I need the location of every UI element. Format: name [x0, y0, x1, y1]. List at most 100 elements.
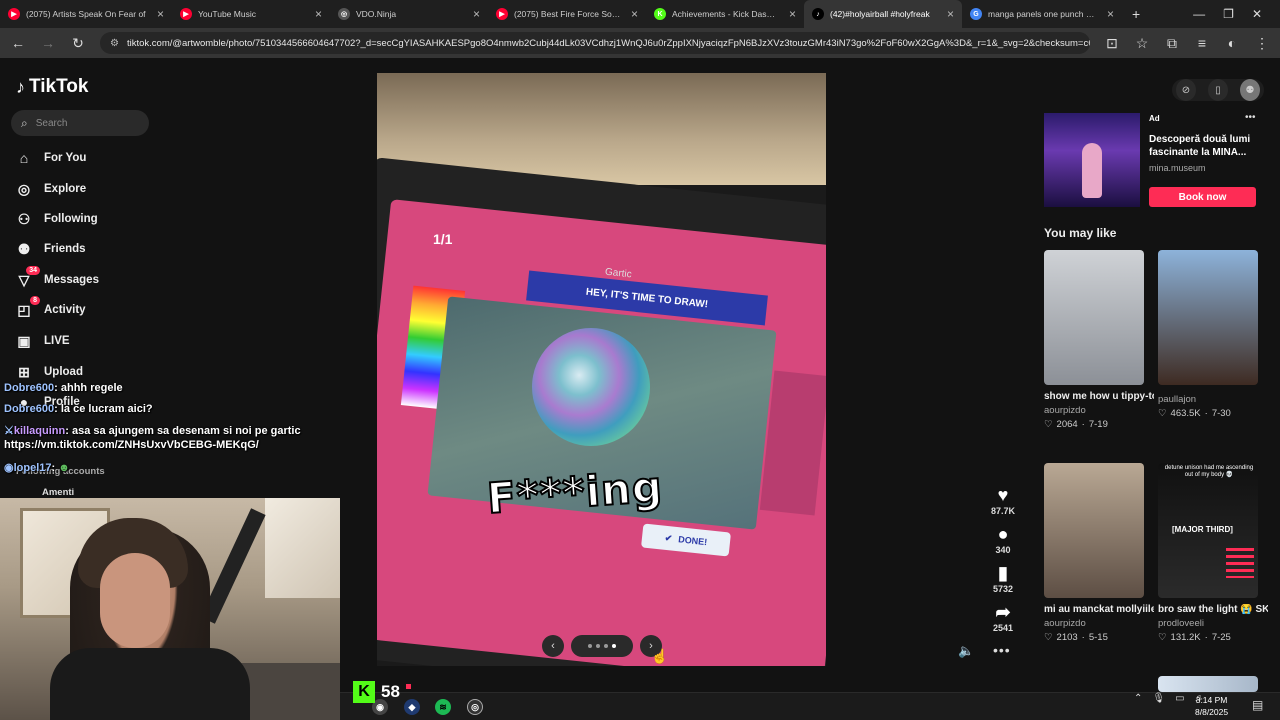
card-user[interactable]: prodloveeli: [1158, 618, 1268, 629]
card-thumbnail[interactable]: [1158, 250, 1258, 385]
action-count: 87.7K: [990, 506, 1016, 516]
sidebar-item-label: Friends: [44, 243, 86, 255]
restore-icon[interactable]: ❐: [1223, 7, 1234, 21]
new-tab-button[interactable]: +: [1122, 6, 1150, 22]
close-tab-icon[interactable]: ×: [157, 7, 164, 21]
slide-dot[interactable]: [604, 644, 608, 648]
sidebar-item-activity[interactable]: ◰ 8 Activity: [16, 296, 86, 318]
sidebar-item-upload[interactable]: ⊞ Upload: [16, 364, 83, 380]
card-user[interactable]: aourpizdo: [1044, 618, 1154, 629]
recommendation-card[interactable]: paullajon ♡ 463.5K · 7-30: [1158, 250, 1258, 419]
comment-icon: ●: [997, 524, 1009, 544]
site-info-icon[interactable]: ⚙: [110, 38, 119, 49]
obs-icon[interactable]: ◎: [467, 699, 483, 715]
heart-action[interactable]: ♥ 87.7K: [990, 486, 1016, 516]
slide-dot[interactable]: [588, 644, 592, 648]
card-meta: ♡ 131.2K · 7-25: [1158, 632, 1231, 643]
browser-tab[interactable]: G manga panels one punch man ×: [962, 0, 1122, 28]
recommendation-card[interactable]: show me how u tippy-toe 💅 (adica... aour…: [1044, 250, 1154, 430]
close-tab-icon[interactable]: ×: [473, 7, 480, 21]
you-may-like-heading: You may like: [1044, 226, 1117, 240]
live-dot-icon: [405, 683, 411, 689]
close-tab-icon[interactable]: ×: [1107, 7, 1114, 21]
avatar[interactable]: ⚉: [1240, 79, 1260, 101]
slide-dot[interactable]: [596, 644, 600, 648]
spotify-icon[interactable]: ≋: [435, 699, 451, 715]
page-counter: 1/1: [433, 231, 453, 247]
coin-icon[interactable]: ⊘: [1176, 79, 1196, 101]
forward-icon[interactable]: →: [40, 35, 56, 51]
ad-label: Ad: [1149, 114, 1160, 123]
profile-avatar-icon[interactable]: ◐: [1224, 35, 1240, 51]
following-account-item[interactable]: Amenti: [42, 487, 74, 498]
bookmark-action[interactable]: ▮ 5732: [990, 564, 1016, 594]
card-likes: 463.5K: [1170, 408, 1201, 419]
ad-more-icon[interactable]: •••: [1245, 112, 1256, 123]
search-input[interactable]: ⌕ Search: [11, 110, 149, 136]
bookmark-star-icon[interactable]: ☆: [1134, 35, 1150, 52]
close-tab-icon[interactable]: ×: [947, 7, 954, 21]
tab-favicon-icon: ▶: [180, 8, 192, 20]
card-user[interactable]: paullajon: [1158, 394, 1258, 405]
sidebar-item-live[interactable]: ▣ LIVE: [16, 333, 69, 349]
close-window-icon[interactable]: ✕: [1252, 7, 1262, 21]
ad-domain: mina.museum: [1149, 163, 1206, 173]
card-date: 5-15: [1088, 632, 1108, 643]
ad-thumbnail[interactable]: [1044, 113, 1140, 207]
extensions-icon[interactable]: ⧉: [1164, 35, 1180, 52]
close-tab-icon[interactable]: ×: [631, 7, 638, 21]
install-app-icon[interactable]: ⊡: [1104, 35, 1120, 52]
card-thumbnail[interactable]: [1044, 463, 1144, 598]
ad-title[interactable]: Descoperă două lumi fascinante la MINA..…: [1149, 133, 1259, 159]
following-icon: ⚇: [17, 210, 31, 227]
url-field[interactable]: ⚙ tiktok.com/@artwomble/photo/7510344566…: [100, 32, 1090, 54]
browser-tab[interactable]: ▶ YouTube Music ×: [172, 0, 330, 28]
close-tab-icon[interactable]: ×: [789, 7, 796, 21]
card-thumbnail[interactable]: [1044, 250, 1144, 385]
card-likes: 2064: [1056, 419, 1078, 430]
comment-action[interactable]: ● 340: [990, 525, 1016, 555]
tab-favicon-icon: ▶: [496, 8, 508, 20]
sidebar-item-explore[interactable]: ◎ Explore: [16, 181, 86, 197]
browser-tab[interactable]: ▶ (2075) Artists Speak On Fear of ×: [0, 0, 172, 28]
recommendation-card-partial[interactable]: [1158, 676, 1258, 692]
share-action[interactable]: ➦ 2541: [990, 603, 1016, 633]
previous-slide-button[interactable]: ‹: [542, 635, 564, 657]
notifications-icon[interactable]: ▤: [1252, 698, 1263, 712]
post-photo[interactable]: HEY, IT'S TIME TO DRAW! Gartic 1/1 F***i…: [377, 73, 826, 666]
slide-dot[interactable]: [612, 644, 616, 648]
browser-tab[interactable]: ♪ (42)#holyairball #holyfreak ×: [804, 0, 962, 28]
tiktok-logo[interactable]: ♪ TikTok: [16, 76, 88, 98]
device-icon[interactable]: ▯: [1208, 79, 1228, 101]
browser-tab[interactable]: K Achievements - Kick Dashboard ×: [646, 0, 804, 28]
recommendation-card[interactable]: detune unison had me ascending out of my…: [1158, 463, 1268, 643]
minimize-icon[interactable]: —: [1193, 7, 1205, 21]
card-title: bro saw the light 😭 SKIN - LOVE ELI...: [1158, 604, 1268, 615]
tiktok-note-icon: ♪: [16, 76, 25, 97]
tray-chevron-icon[interactable]: ⌃: [1134, 693, 1142, 704]
card-thumbnail[interactable]: detune unison had me ascending out of my…: [1158, 463, 1258, 598]
sidebar-item-messages[interactable]: ▽ 34 Messages: [16, 266, 99, 288]
browser-tab[interactable]: ◎ VDO.Ninja ×: [330, 0, 488, 28]
more-options-icon[interactable]: •••: [993, 642, 1011, 658]
browser-tab[interactable]: ▶ (2075) Best Fire Force Sound Ef ×: [488, 0, 646, 28]
media-controls-icon[interactable]: ≡: [1194, 35, 1210, 51]
card-user[interactable]: aourpizdo: [1044, 405, 1154, 416]
menu-icon[interactable]: ⋮: [1254, 35, 1270, 52]
sidebar-item-for-you[interactable]: ⌂ For You: [16, 150, 87, 166]
volume-icon[interactable]: 🔈: [958, 643, 974, 659]
microphone-icon[interactable]: 🎙: [1152, 693, 1165, 704]
reload-icon[interactable]: ↻: [70, 35, 86, 52]
back-icon[interactable]: ←: [10, 35, 26, 51]
taskbar-clock[interactable]: 3:14 PM 8/8/2025: [1195, 694, 1228, 718]
book-now-button[interactable]: Book now: [1149, 187, 1256, 207]
close-tab-icon[interactable]: ×: [315, 7, 322, 21]
recommendation-card[interactable]: mi au manckat mollyiile tricoou... aourp…: [1044, 463, 1154, 643]
tab-favicon-icon: ◎: [338, 8, 350, 20]
compass-icon: ◎: [17, 180, 31, 197]
network-icon[interactable]: ▭: [1175, 693, 1184, 704]
heart-icon: ♥: [997, 485, 1009, 505]
search-placeholder: Search: [35, 117, 68, 129]
sidebar-item-following[interactable]: ⚇ Following: [16, 211, 98, 227]
sidebar-item-friends[interactable]: ⚉ Friends: [16, 241, 86, 257]
